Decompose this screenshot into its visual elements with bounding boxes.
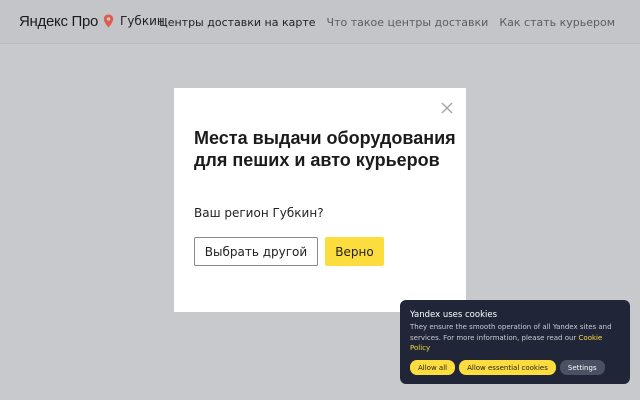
close-icon[interactable] xyxy=(440,101,454,115)
choose-other-button[interactable]: Выбрать другой xyxy=(194,237,318,266)
cookie-banner-text: They ensure the smooth operation of all … xyxy=(410,322,624,354)
allow-essential-cookies-button[interactable]: Allow essential cookies xyxy=(459,360,556,375)
cookie-banner-actions: Allow all Allow essential cookies Settin… xyxy=(410,360,605,375)
logo[interactable]: Яндекс Про xyxy=(19,13,98,30)
allow-all-button[interactable]: Allow all xyxy=(410,360,456,375)
city-name: Губкин xyxy=(120,14,165,28)
confirm-button[interactable]: Верно xyxy=(325,237,384,266)
city-selector[interactable]: Губкин xyxy=(103,14,165,28)
main-nav: Центры доставки на карте Что такое центр… xyxy=(159,16,615,29)
region-confirm-dialog: Места выдачи оборудования для пеших и ав… xyxy=(174,88,466,312)
location-pin-icon xyxy=(103,14,114,28)
nav-link-become-courier[interactable]: Как стать курьером xyxy=(499,16,615,29)
page: Яндекс Про Губкин Центры доставки на кар… xyxy=(0,0,640,400)
cookie-banner-title: Yandex uses cookies xyxy=(410,310,498,320)
cookie-banner: Yandex uses cookies They ensure the smoo… xyxy=(400,300,630,384)
dialog-title: Места выдачи оборудования для пеших и ав… xyxy=(194,128,456,170)
site-header: Яндекс Про Губкин Центры доставки на кар… xyxy=(0,0,640,44)
cookie-settings-button[interactable]: Settings xyxy=(559,360,605,375)
region-question: Ваш регион Губкин? xyxy=(194,206,324,220)
nav-link-delivery-map[interactable]: Центры доставки на карте xyxy=(159,16,315,29)
nav-link-what-are-centers[interactable]: Что такое центры доставки xyxy=(327,16,489,29)
